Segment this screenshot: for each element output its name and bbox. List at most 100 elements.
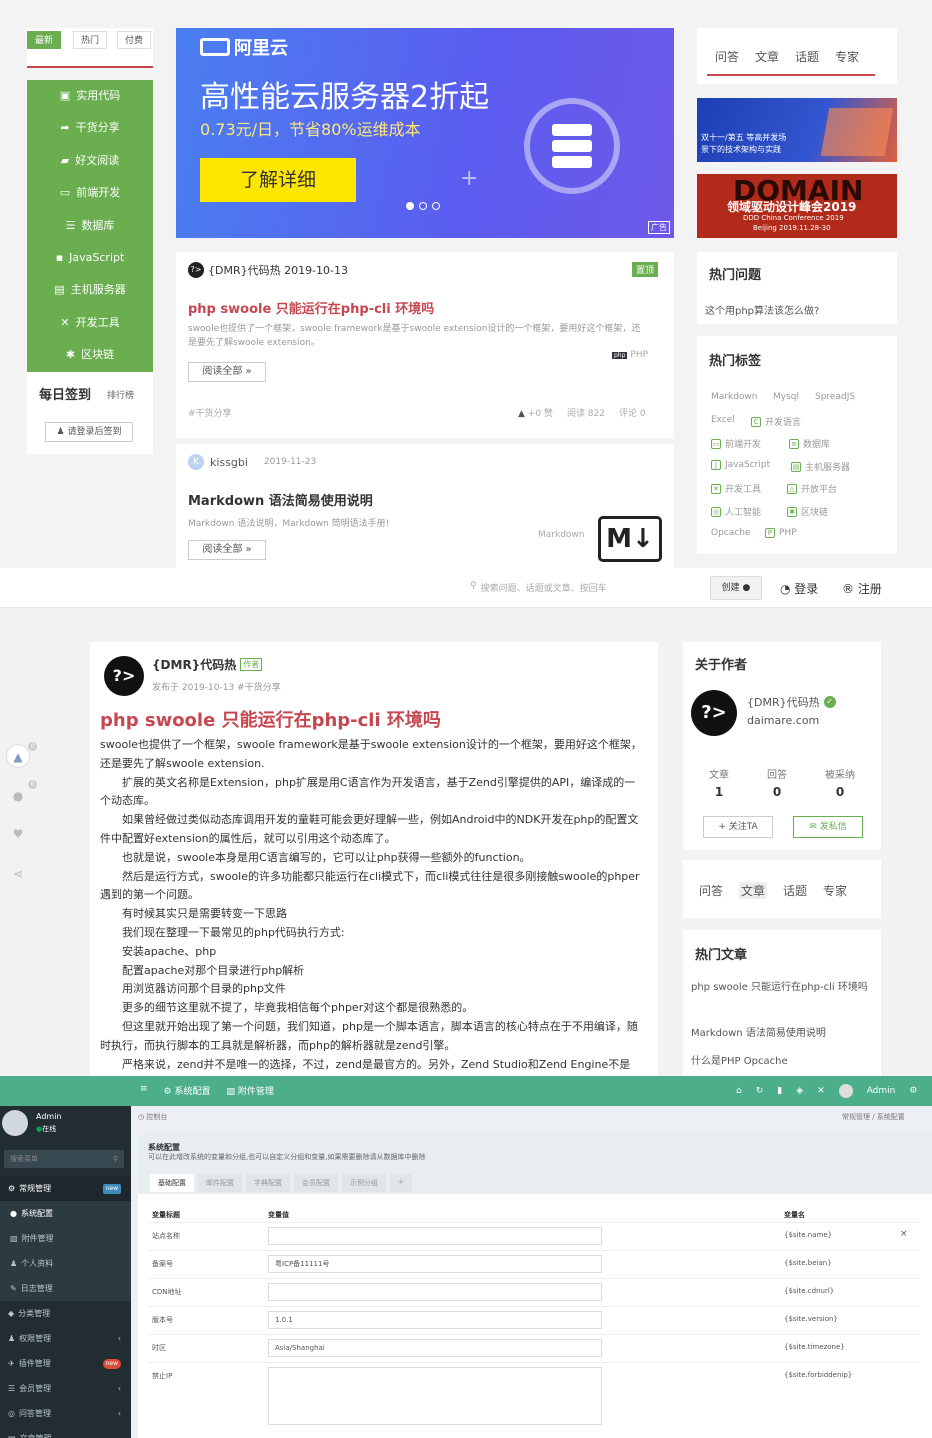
user-avatar[interactable] — [2, 1110, 28, 1136]
author-name[interactable]: {DMR}代码热 — [747, 694, 820, 710]
trash-icon[interactable]: ▮ — [777, 1086, 782, 1096]
add-tab-button[interactable]: + — [390, 1174, 412, 1192]
tag-link[interactable]: Markdown — [711, 392, 757, 402]
tab-hot[interactable]: 热门 — [73, 31, 107, 49]
like-count[interactable]: ▲ +0 赞 — [518, 406, 553, 419]
tab-latest[interactable]: 最新 — [27, 31, 61, 49]
nav-item[interactable]: ✕ 开发工具 — [27, 307, 153, 339]
menu-item-attachments[interactable]: ▨ 附件管理 — [0, 1226, 131, 1251]
tag-link[interactable]: SpreadJS — [815, 392, 855, 402]
ad-image-architecture[interactable]: 双十一/第五 等高并发场 景下的技术架构与实践 — [697, 98, 897, 162]
home-icon[interactable]: ⌂ — [736, 1086, 742, 1096]
ad-banner[interactable]: 阿里云 高性能云服务器2折起 0.73元/日，节省80%运维成本 了解详细 + … — [176, 28, 674, 238]
tag-link[interactable]: △ 开放平台 — [787, 482, 837, 495]
tab-experts[interactable]: 专家 — [823, 882, 847, 899]
hot-article-link[interactable]: Markdown 语法简易使用说明 — [691, 1024, 826, 1039]
avatar[interactable]: K — [188, 454, 204, 470]
beian-input[interactable]: 粤ICP备11111号 — [268, 1255, 602, 1273]
tab-articles[interactable]: 文章 — [755, 48, 779, 65]
nav-item[interactable]: ▤ 主机服务器 — [27, 274, 153, 306]
message-button[interactable]: ✉ 发私信 — [793, 816, 863, 838]
menu-item-permissions[interactable]: ♟ 权限管理 ‹ — [0, 1326, 131, 1351]
comment-button[interactable]: ● — [6, 784, 30, 808]
menu-search-input[interactable]: 搜索菜单 ⚲ — [4, 1150, 124, 1168]
version-input[interactable]: 1.0.1 — [268, 1311, 602, 1329]
close-icon[interactable]: × — [900, 1229, 908, 1239]
tab-articles[interactable]: 文章 — [739, 882, 768, 899]
search-input[interactable]: ⚲ 搜索问题、话题或文章、按回车 — [470, 581, 607, 594]
menu-item-logs[interactable]: ✎ 日志管理 — [0, 1276, 131, 1301]
author-site[interactable]: daimare.com — [747, 714, 819, 727]
tab-topics[interactable]: 话题 — [783, 882, 807, 899]
author-avatar[interactable]: ?> — [104, 656, 144, 696]
nav-item[interactable]: ▪ JavaScript — [27, 242, 153, 274]
tab-attachments[interactable]: ▨ 附件管理 — [227, 1084, 274, 1097]
tab-questions[interactable]: 问答 — [715, 48, 739, 65]
tab-dictionary[interactable]: 字典配置 — [246, 1174, 290, 1192]
tag-link[interactable]: ▤ 主机服务器 — [791, 460, 850, 473]
rank-link[interactable]: 排行榜 — [107, 388, 134, 401]
tag-link[interactable]: J JavaScript — [711, 460, 770, 470]
tag-link[interactable]: Mysql — [773, 392, 799, 402]
tag-link[interactable]: ◎ 人工智能 — [711, 505, 761, 518]
tab-experts[interactable]: 专家 — [835, 48, 859, 65]
sign-in-button[interactable]: ♟ 请登录后签到 — [45, 422, 133, 442]
menu-item-general[interactable]: ⚙ 常规管理 new — [0, 1176, 131, 1201]
nav-item[interactable]: ▭ 前端开发 — [27, 177, 153, 209]
admin-avatar[interactable] — [838, 1084, 853, 1098]
tab-member[interactable]: 会员配置 — [294, 1174, 338, 1192]
tag-link[interactable]: ▭ 前端开发 — [711, 437, 761, 450]
register-link[interactable]: ® 注册 — [842, 580, 882, 597]
post-category[interactable]: #干货分享 — [188, 406, 232, 419]
menu-item-profile[interactable]: ♟ 个人资料 — [0, 1251, 131, 1276]
menu-item-members[interactable]: ☰ 会员管理 ‹ — [0, 1376, 131, 1401]
nav-item[interactable]: ☰ 数据库 — [27, 210, 153, 242]
menu-item-plugins[interactable]: ✈ 插件管理 new — [0, 1351, 131, 1376]
hot-article-link[interactable]: php swoole 只能运行在php-cli 环境吗 — [691, 980, 871, 996]
tab-paid[interactable]: 付费 — [117, 31, 151, 49]
tab-system-config[interactable]: ⚙ 系统配置 — [164, 1084, 211, 1097]
tab-questions[interactable]: 问答 — [699, 882, 723, 899]
fullscreen-icon[interactable]: ✕ — [817, 1086, 825, 1096]
post-lang-tag[interactable]: Markdown — [538, 530, 584, 540]
nav-item[interactable]: ➦ 干货分享 — [27, 112, 153, 144]
tag-link[interactable]: C 开发语言 — [751, 415, 801, 428]
carousel-dots[interactable] — [406, 202, 440, 210]
like-button[interactable]: ▲ — [6, 744, 30, 768]
nav-item[interactable]: ▣ 实用代码 — [27, 80, 153, 112]
create-button[interactable]: 创建 ● — [710, 576, 762, 600]
menu-item-articles[interactable]: ▤文章管理 — [0, 1426, 131, 1438]
menu-item-qa[interactable]: ◎ 问答管理 ‹ — [0, 1401, 131, 1426]
admin-name[interactable]: Admin — [867, 1086, 896, 1096]
post-lang-tag[interactable]: php PHP — [612, 350, 648, 360]
forbidden-ip-textarea[interactable] — [268, 1367, 602, 1425]
menu-item-categories[interactable]: ◆ 分类管理 — [0, 1301, 131, 1326]
hot-article-link[interactable]: 什么是PHP Opcache — [691, 1052, 788, 1067]
timezone-input[interactable]: Asia/Shanghai — [268, 1339, 602, 1357]
post-title[interactable]: Markdown 语法简易使用说明 — [188, 490, 373, 509]
follow-button[interactable]: + 关注TA — [703, 816, 773, 838]
avatar[interactable]: ?> — [188, 262, 204, 278]
tag-link[interactable]: ≡ 数据库 — [789, 437, 830, 450]
translate-icon[interactable]: ◈ — [796, 1086, 803, 1096]
ad-image-ddd[interactable]: DOMAIN 领域驱动设计峰会2019 DDD China Conference… — [697, 174, 897, 238]
post-title[interactable]: php swoole 只能运行在php-cli 环境吗 — [188, 298, 434, 317]
nav-item[interactable]: ✱ 区块链 — [27, 339, 153, 371]
refresh-icon[interactable]: ↻ — [756, 1086, 764, 1096]
nav-item[interactable]: ▰ 好文阅读 — [27, 145, 153, 177]
banner-cta-button[interactable]: 了解详细 — [200, 158, 356, 202]
question-link[interactable]: 这个用php算法该怎么做? — [705, 302, 819, 317]
read-more-button[interactable]: 阅读全部 » — [188, 540, 266, 560]
tab-email[interactable]: 邮件配置 — [198, 1174, 242, 1192]
author-avatar[interactable]: ?> — [691, 690, 737, 736]
tab-example[interactable]: 示例分组 — [342, 1174, 386, 1192]
tag-link[interactable]: ✱ 区块链 — [787, 505, 828, 518]
tag-link[interactable]: Excel — [711, 415, 735, 425]
menu-toggle[interactable]: ≡ — [140, 1084, 148, 1097]
author-name[interactable]: {DMR}代码热 — [152, 656, 236, 673]
share-button[interactable]: ⋖ — [6, 862, 30, 886]
tab-topics[interactable]: 话题 — [795, 48, 819, 65]
settings-icon[interactable]: ⚙ — [909, 1086, 917, 1096]
tag-link[interactable]: ✕ 开发工具 — [711, 482, 761, 495]
favorite-button[interactable]: ♥ — [6, 822, 30, 846]
